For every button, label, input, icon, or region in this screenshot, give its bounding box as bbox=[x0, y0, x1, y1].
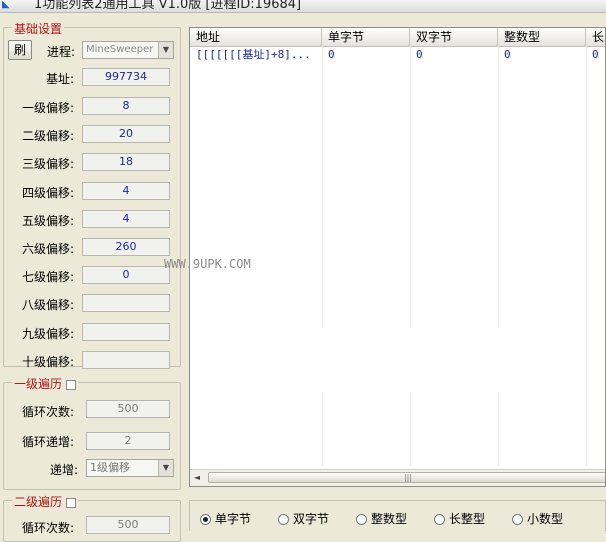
traverse1-step-label: 循环递增: bbox=[21, 435, 74, 449]
column-header-byte[interactable]: 单字节 bbox=[322, 28, 410, 46]
cell-address: [[[[[[[基址]+8]... bbox=[196, 48, 311, 61]
basic-settings-title: 基础设置 bbox=[12, 20, 65, 37]
radio-indicator[interactable] bbox=[512, 514, 523, 525]
traverse1-inc-label: 递增: bbox=[49, 463, 78, 477]
type-radio-2[interactable]: 双字节 bbox=[278, 510, 329, 527]
traverse1-checkbox[interactable] bbox=[66, 379, 77, 390]
offset-label-level4: 四级偏移: bbox=[21, 185, 74, 200]
traverse2-title: 二级遍历 bbox=[12, 493, 79, 510]
watermark-text: WWW.9UPK.COM bbox=[164, 257, 251, 271]
offset-field-level9[interactable] bbox=[82, 322, 170, 341]
traverse1-loop-label: 循环次数: bbox=[21, 405, 74, 419]
offset-field-level7[interactable]: 0 bbox=[82, 266, 170, 285]
value-type-radio-group: 单字节 双字节 整数型 长整型 小数型 bbox=[189, 500, 606, 531]
process-select[interactable]: MineSweeper ▼ bbox=[82, 41, 174, 59]
offset-label-level3: 三级偏移: bbox=[21, 157, 74, 172]
type-radio-4[interactable]: 长整型 bbox=[434, 510, 485, 527]
traverse2-loop-label: 循环次数: bbox=[21, 521, 74, 535]
offset-label-level8: 八级偏移: bbox=[21, 298, 74, 313]
refresh-button[interactable]: 刷 bbox=[8, 40, 32, 60]
type-radio-5[interactable]: 小数型 bbox=[512, 510, 563, 527]
title-bar: ◣ 1功能列表2通用工具 V1.0版 [进程ID:19684] bbox=[0, 0, 606, 13]
type-radio-1[interactable]: 单字节 bbox=[200, 510, 251, 527]
offset-field-level2[interactable]: 20 bbox=[82, 125, 170, 144]
app-icon: ◣ bbox=[2, 0, 10, 10]
traverse1-title: 一级遍历 bbox=[12, 375, 79, 392]
radio-indicator[interactable] bbox=[200, 514, 211, 525]
traverse1-loop-field[interactable]: 500 bbox=[86, 400, 170, 418]
horizontal-scrollbar[interactable]: ◄ ||| bbox=[190, 469, 605, 486]
offset-field-level4[interactable]: 4 bbox=[82, 181, 170, 200]
offset-label-level1: 一级偏移: bbox=[21, 101, 74, 115]
offset-label-level5: 五级偏移: bbox=[21, 213, 74, 228]
offset-label-level10: 十级偏移: bbox=[21, 354, 74, 369]
window-title: 1功能列表2通用工具 V1.0版 [进程ID:19684] bbox=[34, 0, 302, 12]
type-radio-3[interactable]: 整数型 bbox=[356, 510, 407, 527]
table-row[interactable]: [[[[[[[基址]+8]... 0 0 0 0 bbox=[190, 47, 605, 63]
cell-long: 0 bbox=[592, 48, 599, 61]
traverse2-title-text: 二级遍历 bbox=[14, 495, 63, 509]
cell-int: 0 bbox=[504, 48, 511, 61]
scroll-left-icon[interactable]: ◄ bbox=[190, 470, 204, 486]
offset-field-level6[interactable]: 260 bbox=[82, 238, 170, 256]
radio-label: 小数型 bbox=[527, 512, 564, 526]
offset-field-level10[interactable] bbox=[82, 350, 170, 369]
scrollbar-thumb[interactable]: ||| bbox=[208, 472, 605, 483]
traverse2-checkbox[interactable] bbox=[66, 497, 77, 508]
grid-line bbox=[498, 46, 499, 466]
base-address-field[interactable]: 997734 bbox=[82, 68, 170, 86]
process-label: 进程: bbox=[46, 45, 75, 59]
traverse1-step-field[interactable]: 2 bbox=[86, 432, 170, 450]
offset-label-level2: 二级偏移: bbox=[21, 129, 74, 144]
listview-header: 地址 单字节 双字节 整数型 长 bbox=[190, 28, 605, 47]
traverse1-inc-select[interactable]: 1级偏移 ▼ bbox=[86, 459, 174, 477]
base-address-label: 基址: bbox=[45, 72, 74, 86]
grid-line bbox=[410, 46, 411, 466]
cell-word: 0 bbox=[416, 48, 423, 61]
column-header-address[interactable]: 地址 bbox=[190, 28, 322, 46]
offset-field-level8[interactable] bbox=[82, 294, 170, 313]
column-header-word[interactable]: 双字节 bbox=[410, 28, 498, 46]
column-header-int[interactable]: 整数型 bbox=[498, 28, 586, 46]
offset-field-level1[interactable]: 8 bbox=[82, 97, 170, 115]
traverse1-inc-value: 1级偏移 bbox=[90, 461, 130, 474]
grid-line bbox=[586, 46, 587, 466]
offset-field-level5[interactable]: 4 bbox=[82, 209, 170, 228]
offset-field-level3[interactable]: 18 bbox=[82, 153, 170, 172]
radio-label: 整数型 bbox=[371, 512, 408, 526]
grid-line bbox=[322, 46, 323, 466]
radio-label: 长整型 bbox=[449, 512, 486, 526]
cell-byte: 0 bbox=[328, 48, 335, 61]
redaction-blob bbox=[296, 328, 572, 392]
radio-indicator[interactable] bbox=[434, 514, 445, 525]
chevron-down-icon[interactable]: ▼ bbox=[158, 460, 173, 476]
radio-indicator[interactable] bbox=[356, 514, 367, 525]
offset-label-level6: 六级偏移: bbox=[21, 242, 74, 256]
offset-label-level7: 七级偏移: bbox=[21, 270, 74, 285]
process-select-value: MineSweeper bbox=[86, 44, 154, 55]
radio-label: 单字节 bbox=[215, 512, 252, 526]
traverse2-loop-field[interactable]: 500 bbox=[86, 516, 170, 534]
offset-label-level9: 九级偏移: bbox=[21, 326, 74, 341]
radio-label: 双字节 bbox=[293, 512, 330, 526]
column-header-long[interactable]: 长 bbox=[586, 28, 605, 46]
results-listview[interactable]: 地址 单字节 双字节 整数型 长 [[[[[[[基址]+8]... 0 0 0 … bbox=[189, 27, 606, 487]
traverse1-title-text: 一级遍历 bbox=[14, 377, 63, 391]
chevron-down-icon[interactable]: ▼ bbox=[158, 42, 173, 58]
radio-indicator[interactable] bbox=[278, 514, 289, 525]
